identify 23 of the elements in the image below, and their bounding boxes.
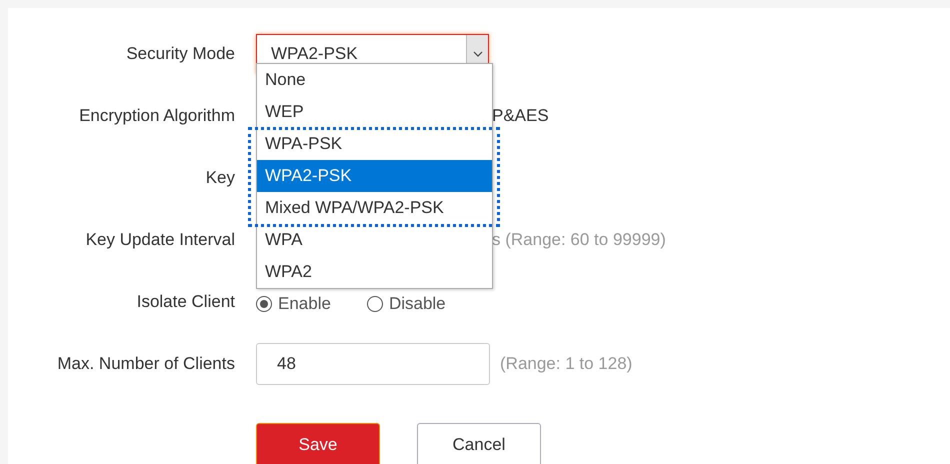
field-value: s (Range: 60 to 99999) [492,230,666,249]
radio-option[interactable]: Disable [366,291,446,317]
range-hint: (Range: 1 to 128) [500,353,632,376]
radio-button[interactable] [366,296,383,312]
save-button[interactable]: Save [256,423,380,464]
dropdown-option[interactable]: WPA-PSK [257,128,492,160]
field-label: Key Update Interval [84,229,235,252]
dropdown-option[interactable]: WEP [257,96,492,128]
field-label: Security Mode [125,43,235,66]
field-label: Encryption Algorithm [78,105,235,128]
field-label: Isolate Client [136,291,235,314]
cancel-button[interactable]: Cancel [417,423,541,464]
field-label: Key [204,167,235,190]
select-value: WPA2-PSK [270,43,359,66]
dropdown-option[interactable]: WPA2 [257,256,492,288]
field-value: P&AES [492,106,549,125]
dropdown-option[interactable]: WPA [257,224,492,256]
dropdown-option[interactable]: Mixed WPA/WPA2-PSK [257,192,492,224]
field-label: Max. Number of Clients [56,353,235,376]
dropdown-option[interactable]: WPA2-PSK [257,160,492,192]
input-field[interactable]: 48 [256,343,490,385]
radio-button[interactable] [256,296,272,312]
radio-option[interactable]: Enable [256,291,331,317]
